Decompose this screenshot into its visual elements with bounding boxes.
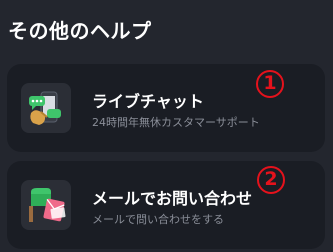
- email-contact-description: メールで問い合わせをする: [92, 213, 224, 226]
- mail-contact-icon: [21, 180, 71, 230]
- live-chat-icon: [21, 83, 71, 133]
- annotation-number-1: 1: [256, 70, 284, 98]
- email-contact-label: メールでお問い合わせ: [92, 189, 253, 208]
- annotation-number-2: 2: [257, 166, 285, 194]
- live-chat-label: ライブチャット: [92, 92, 204, 111]
- section-title: その他のヘルプ: [8, 19, 152, 43]
- live-chat-description: 24時間年無休カスタマーサポート: [92, 116, 260, 129]
